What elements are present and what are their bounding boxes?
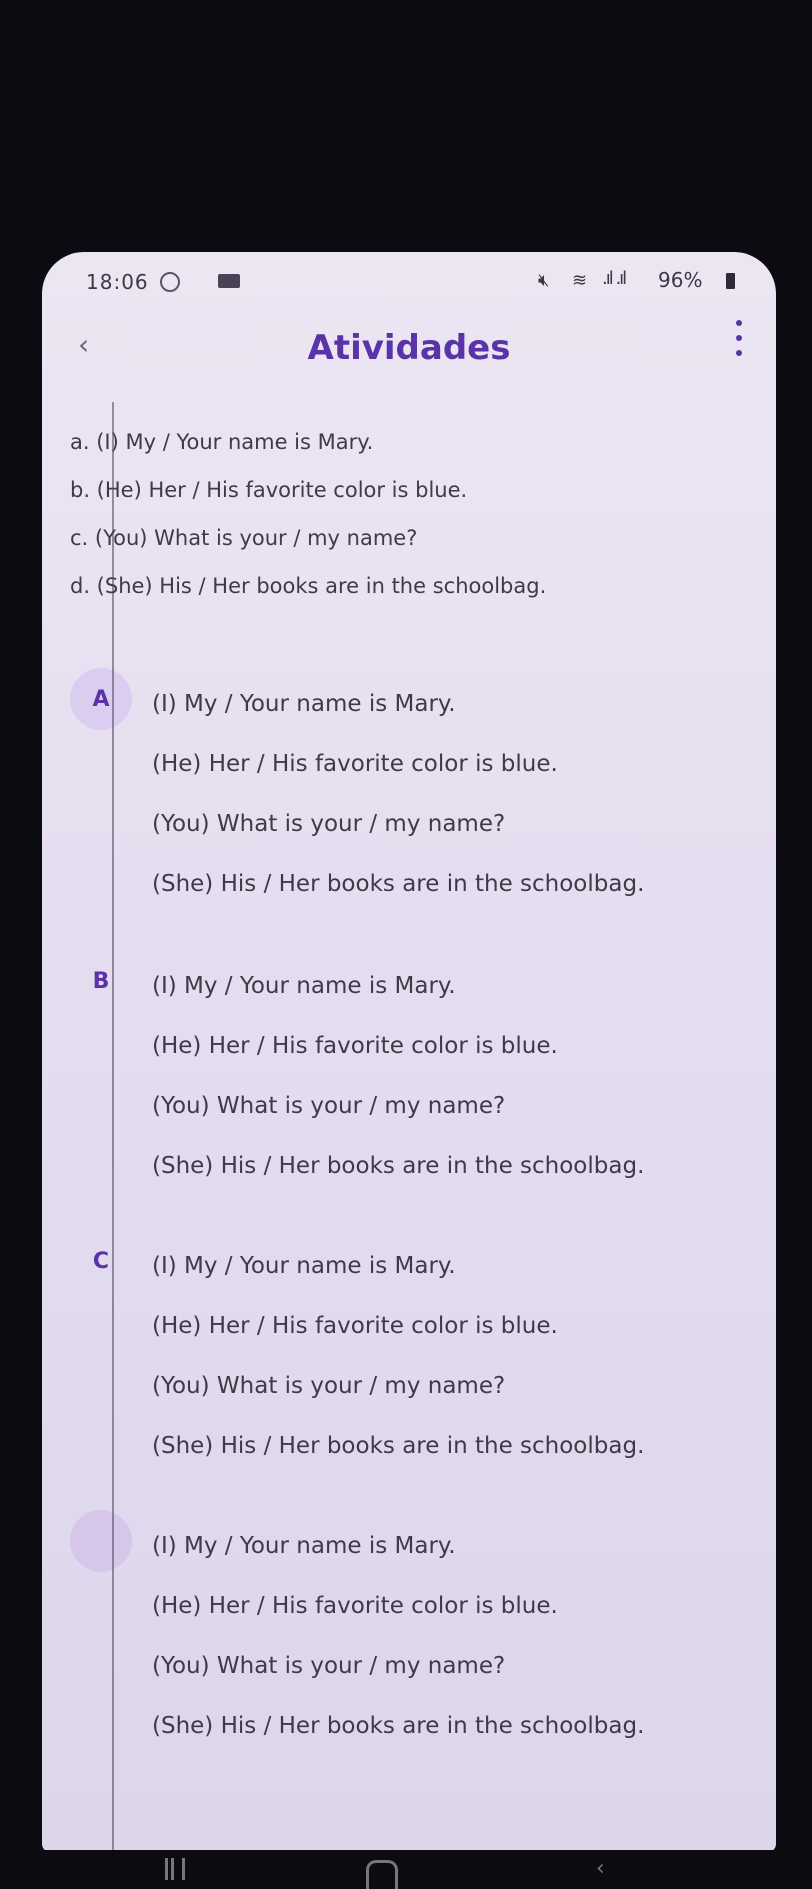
question-text: a. (I) My / Your name is Mary. b. (He) H… — [70, 418, 756, 610]
option-a[interactable]: A (I) My / Your name is Mary. (He) Her /… — [42, 668, 776, 934]
option-line: (You) What is your / my name? — [152, 811, 506, 837]
system-nav-bar: ‹ — [0, 1850, 812, 1889]
option-line: (I) My / Your name is Mary. — [152, 1533, 456, 1559]
signal-icon: .ıl .ıl — [602, 268, 627, 289]
question-line: d. (She) His / Her books are in the scho… — [70, 574, 547, 598]
home-icon[interactable] — [366, 1860, 398, 1889]
recent-apps-icon[interactable] — [165, 1858, 185, 1880]
option-line: (She) His / Her books are in the schoolb… — [152, 1433, 645, 1459]
option-letter-badge: A — [70, 668, 132, 730]
option-d[interactable]: (I) My / Your name is Mary. (He) Her / H… — [42, 1510, 776, 1776]
battery-icon — [726, 273, 735, 289]
option-line: (He) Her / His favorite color is blue. — [152, 751, 558, 777]
option-line: (He) Her / His favorite color is blue. — [152, 1593, 558, 1619]
option-line: (I) My / Your name is Mary. — [152, 1253, 456, 1279]
option-letter-badge: B — [92, 968, 110, 994]
divider — [112, 402, 114, 1852]
notification-icon — [160, 272, 180, 292]
option-line: (I) My / Your name is Mary. — [152, 973, 456, 999]
message-icon — [218, 274, 240, 288]
option-letter-badge — [70, 1510, 132, 1572]
option-line: (He) Her / His favorite color is blue. — [152, 1033, 558, 1059]
option-line: (I) My / Your name is Mary. — [152, 691, 456, 717]
option-line: (She) His / Her books are in the schoolb… — [152, 1713, 645, 1739]
wifi-icon: ≋ — [572, 270, 588, 291]
option-line: (She) His / Her books are in the schoolb… — [152, 871, 645, 897]
option-line: (She) His / Her books are in the schoolb… — [152, 1153, 645, 1179]
option-line: (You) What is your / my name? — [152, 1373, 506, 1399]
option-b[interactable]: B (I) My / Your name is Mary. (He) Her /… — [42, 966, 776, 1216]
app-bar: ‹ Atividades — [42, 306, 776, 394]
question-line: c. (You) What is your / my name? — [70, 526, 418, 550]
option-letter-badge: C — [92, 1248, 110, 1274]
question-line: a. (I) My / Your name is Mary. — [70, 430, 374, 454]
page-title: Atividades — [307, 328, 511, 368]
option-line: (You) What is your / my name? — [152, 1093, 506, 1119]
mute-icon: 🔇︎ — [538, 270, 550, 291]
option-line: (You) What is your / my name? — [152, 1653, 506, 1679]
phone-screen: 18:06 🔇︎ ≋ .ıl .ıl 96% ‹ Atividades a. (… — [42, 252, 776, 1852]
question-line: b. (He) Her / His favorite color is blue… — [70, 478, 468, 502]
more-vert-icon[interactable] — [736, 320, 744, 356]
option-line: (He) Her / His favorite color is blue. — [152, 1313, 558, 1339]
option-c[interactable]: C (I) My / Your name is Mary. (He) Her /… — [42, 1246, 776, 1496]
status-time: 18:06 — [86, 270, 149, 294]
status-bar: 18:06 🔇︎ ≋ .ıl .ıl 96% — [42, 252, 776, 306]
battery-percent: 96% — [658, 268, 703, 292]
back-nav-icon[interactable]: ‹ — [596, 1856, 605, 1881]
